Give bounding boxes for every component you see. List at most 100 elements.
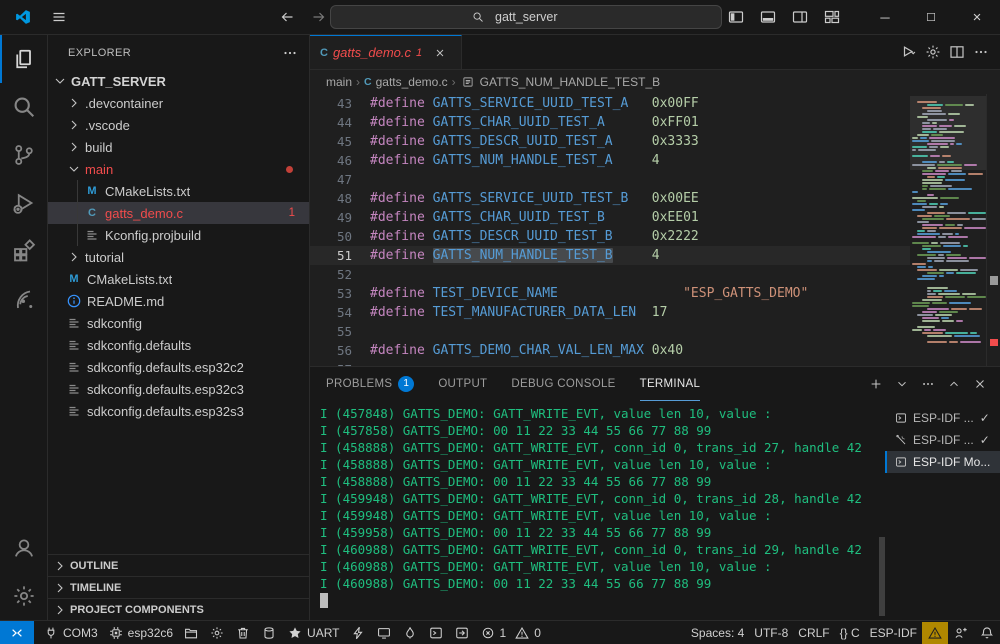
tree-item-cmakelists-txt[interactable]: MCMakeLists.txt [48,268,309,290]
activitybar-extensions-icon[interactable] [0,227,47,275]
code-line-47[interactable]: 47 [310,170,910,189]
panel-tab-debug-console[interactable]: DEBUG CONSOLE [511,367,615,401]
code-line-57[interactable]: 57 [310,360,910,366]
code-line-56[interactable]: 56#define GATTS_DEMO_CHAR_VAL_LEN_MAX 0x… [310,341,910,360]
status-indentation-button[interactable]: Spaces: 4 [686,622,749,644]
status-eol-button[interactable]: CRLF [793,622,834,644]
code-line-44[interactable]: 44#define GATTS_CHAR_UUID_TEST_A 0xFF01 [310,113,910,132]
status-terminal-shortcut-button[interactable] [423,622,449,644]
status-device-target-button[interactable]: esp32c6 [103,622,178,644]
status-encoding-button[interactable]: UTF-8 [749,622,793,644]
run-dropdown-icon[interactable] [898,41,920,63]
code-line-45[interactable]: 45#define GATTS_DESCR_UUID_TEST_A 0x3333 [310,132,910,151]
overview-ruler[interactable] [986,94,1000,366]
panel-tab-terminal[interactable]: TERMINAL [640,367,701,401]
terminal-list-item-1[interactable]: ESP-IDF ...✓ [885,407,1000,429]
code-line-54[interactable]: 54#define TEST_MANUFACTURER_DATA_LEN 17 [310,303,910,322]
tree-item-tutorial[interactable]: tutorial [48,246,309,268]
tree-item-sdkconfig-defaults-esp32s3[interactable]: sdkconfig.defaults.esp32s3 [48,400,309,422]
activitybar-espressif-icon[interactable] [0,275,47,323]
status-monitor-button[interactable] [371,622,397,644]
breadcrumb-item[interactable]: main [326,75,352,89]
toggle-secondary-sidebar-icon[interactable] [786,3,814,31]
section-project-components[interactable]: PROJECT COMPONENTS [48,598,309,620]
menu-icon[interactable] [48,6,70,28]
section-timeline[interactable]: TIMELINE [48,576,309,598]
tree-item--devcontainer[interactable]: .devcontainer [48,92,309,114]
tree-item-build[interactable]: build [48,136,309,158]
breadcrumb-item[interactable]: GATTS_NUM_HANDLE_TEST_B [480,75,661,89]
new-terminal-icon[interactable] [864,372,888,396]
explorer-more-actions-icon[interactable] [279,42,301,64]
maximize-panel-icon[interactable] [942,372,966,396]
close-panel-icon[interactable] [968,372,992,396]
status-esp-idf-button[interactable]: ESP-IDF [865,622,922,644]
tree-root-gatt-server[interactable]: GATT_SERVER [48,70,309,92]
code-editor[interactable]: 43#define GATTS_SERVICE_UUID_TEST_A 0x00… [310,94,1000,366]
panel-tab-output[interactable]: OUTPUT [438,367,487,401]
tree-item-sdkconfig-defaults-esp32c2[interactable]: sdkconfig.defaults.esp32c2 [48,356,309,378]
status-uart-button[interactable]: UART [282,622,344,644]
tree-item-gatts-demo-c[interactable]: Cgatts_demo.c1 [48,202,309,224]
tree-item-sdkconfig-defaults[interactable]: sdkconfig.defaults [48,334,309,356]
status-menuconfig-button[interactable] [204,622,230,644]
nav-back-icon[interactable] [276,6,298,28]
code-line-46[interactable]: 46#define GATTS_NUM_HANDLE_TEST_A 4 [310,151,910,170]
editor-more-actions-icon[interactable] [970,41,992,63]
section-outline[interactable]: OUTLINE [48,554,309,576]
code-line-51[interactable]: 51#define GATTS_NUM_HANDLE_TEST_B 4 [310,246,910,265]
status-flash-method-button[interactable] [178,622,204,644]
tree-item--vscode[interactable]: .vscode [48,114,309,136]
panel-more-actions-icon[interactable] [916,372,940,396]
terminal-dropdown-icon[interactable] [890,372,914,396]
tab-gatts-demo[interactable]: C gatts_demo.c 1 [310,35,462,69]
code-line-55[interactable]: 55 [310,322,910,341]
panel-tab-problems[interactable]: PROBLEMS1 [326,367,414,401]
terminal-scrollbar[interactable] [879,537,885,616]
status-feedback-button[interactable] [948,622,974,644]
tree-item-kconfig-projbuild[interactable]: Kconfig.projbuild [48,224,309,246]
minimize-button[interactable]: ─ [862,0,908,34]
tab-close-icon[interactable] [429,42,451,64]
code-line-53[interactable]: 53#define TEST_DEVICE_NAME "ESP_GATTS_DE… [310,284,910,303]
status-problems-button[interactable]: 10 [475,622,546,644]
status-idf-warning-button[interactable] [922,622,948,644]
activitybar-search-icon[interactable] [0,83,47,131]
toggle-panel-icon[interactable] [754,3,782,31]
status-build-flash-monitor-button[interactable] [397,622,423,644]
activitybar-account-icon[interactable] [0,524,47,572]
toggle-sidebar-icon[interactable] [722,3,750,31]
status-flash-button[interactable] [345,622,371,644]
terminal-output[interactable]: I (457848) GATTS_DEMO: GATT_WRITE_EVT, v… [310,401,885,620]
status-debug-shortcut-button[interactable] [449,622,475,644]
code-line-48[interactable]: 48#define GATTS_SERVICE_UUID_TEST_B 0x00… [310,189,910,208]
tree-item-sdkconfig-defaults-esp32c3[interactable]: sdkconfig.defaults.esp32c3 [48,378,309,400]
terminal-list-item-2[interactable]: ESP-IDF ...✓ [885,429,1000,451]
tree-item-sdkconfig[interactable]: sdkconfig [48,312,309,334]
code-line-43[interactable]: 43#define GATTS_SERVICE_UUID_TEST_A 0x00… [310,94,910,113]
terminal-list-item-3[interactable]: ESP-IDF Mo... [885,451,1000,473]
status-language-mode-button[interactable]: {} C [835,622,865,644]
code-line-52[interactable]: 52 [310,265,910,284]
activitybar-run-debug-icon[interactable] [0,179,47,227]
search-input[interactable] [495,10,585,24]
activitybar-settings-icon[interactable] [0,572,47,620]
tree-item-cmakelists-txt[interactable]: MCMakeLists.txt [48,180,309,202]
activitybar-explorer-icon[interactable] [0,35,47,83]
command-center-search[interactable] [330,5,722,29]
status-serial-port-button[interactable]: COM3 [38,622,103,644]
status-remote-window-button[interactable] [0,621,34,644]
breadcrumb-item[interactable]: gatts_demo.c [376,75,448,89]
tree-item-main[interactable]: main [48,158,309,180]
activitybar-source-control-icon[interactable] [0,131,47,179]
status-notifications-button[interactable] [974,622,1000,644]
close-button[interactable]: × [954,0,1000,34]
code-line-49[interactable]: 49#define GATTS_CHAR_UUID_TEST_B 0xEE01 [310,208,910,227]
maximize-button[interactable]: ☐ [908,0,954,34]
status-erase-flash-button[interactable] [256,622,282,644]
tree-item-readme-md[interactable]: README.md [48,290,309,312]
status-full-clean-button[interactable] [230,622,256,644]
code-line-50[interactable]: 50#define GATTS_DESCR_UUID_TEST_B 0x2222 [310,227,910,246]
nav-forward-icon[interactable] [308,6,330,28]
customize-layout-icon[interactable] [818,3,846,31]
